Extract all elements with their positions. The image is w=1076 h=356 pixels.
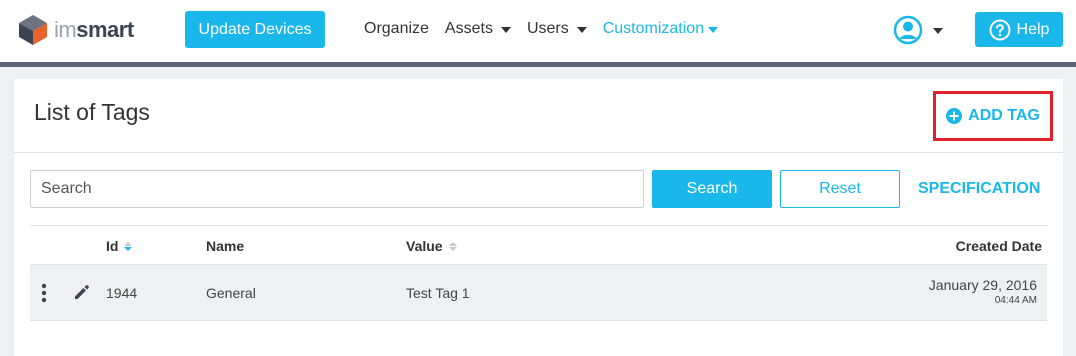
question-circle-icon (989, 19, 1011, 40)
column-header-id[interactable]: Id (106, 238, 133, 254)
column-header-created-date: Created Date (956, 238, 1042, 254)
search-input[interactable] (30, 170, 644, 208)
cell-name: General (206, 285, 256, 301)
nav-item-label: Organize (364, 20, 429, 37)
help-button[interactable]: Help (975, 12, 1063, 47)
top-navbar: imsmart Update Devices Organize Assets U… (0, 0, 1076, 62)
main-nav: Organize Assets Users Customization (364, 18, 734, 40)
nav-item-label: Users (526, 20, 569, 37)
help-button-label: Help (1016, 20, 1050, 38)
add-tag-label: ADD TAG (968, 107, 1040, 124)
cell-id: 1944 (106, 285, 138, 301)
nav-item-users[interactable]: Users (527, 20, 587, 38)
reset-button[interactable]: Reset (780, 170, 900, 208)
cube-logo-icon (19, 15, 47, 45)
brand-name: imsmart (54, 17, 134, 43)
search-button[interactable]: Search (652, 170, 772, 208)
table-header: Id Name Value Created Date (30, 225, 1047, 265)
table-row: 1944 General Test Tag 1 January 29, 2016… (30, 265, 1047, 321)
specification-link[interactable]: SPECIFICATION (918, 180, 1040, 198)
navbar-divider (0, 62, 1076, 67)
tags-card: List of Tags ADD TAG Search Reset SPECIF… (14, 79, 1063, 356)
nav-item-assets[interactable]: Assets (445, 20, 511, 38)
user-menu[interactable] (893, 15, 943, 45)
created-date: January 29, 2016 (928, 277, 1037, 293)
nav-item-organize[interactable]: Organize (364, 20, 429, 38)
cell-value: Test Tag 1 (406, 285, 470, 301)
update-devices-button[interactable]: Update Devices (185, 11, 325, 48)
kebab-menu-icon[interactable] (40, 283, 48, 303)
tags-table: Id Name Value Created Date 1944 General … (30, 225, 1047, 321)
column-header-label: Id (106, 238, 119, 254)
caret-down-icon (708, 26, 719, 33)
pencil-icon[interactable] (73, 283, 91, 301)
column-header-name: Name (206, 238, 244, 254)
cell-created-date: January 29, 2016 04:44 AM (929, 277, 1037, 306)
nav-item-label: Assets (444, 20, 493, 37)
sort-icon (448, 241, 457, 251)
add-tag-button[interactable]: ADD TAG (933, 91, 1053, 141)
column-header-label: Name (206, 238, 245, 254)
nav-item-label: Customization (602, 20, 705, 37)
brand-name-suffix: smart (76, 17, 134, 42)
caret-down-icon (500, 26, 511, 33)
sort-icon (124, 241, 133, 251)
caret-down-icon (933, 27, 943, 34)
column-header-label: Created Date (955, 238, 1042, 254)
plus-circle-icon (946, 108, 963, 124)
column-header-value[interactable]: Value (406, 238, 457, 254)
column-header-label: Value (406, 238, 443, 254)
brand-name-prefix: im (54, 17, 77, 42)
nav-item-customization[interactable]: Customization (602, 20, 719, 38)
caret-down-icon (576, 26, 587, 33)
user-circle-icon (893, 15, 923, 45)
card-header: List of Tags ADD TAG (14, 79, 1063, 153)
created-time: 04:44 AM (994, 295, 1037, 306)
brand-logo[interactable]: imsmart (18, 14, 134, 46)
page-title: List of Tags (34, 99, 150, 125)
